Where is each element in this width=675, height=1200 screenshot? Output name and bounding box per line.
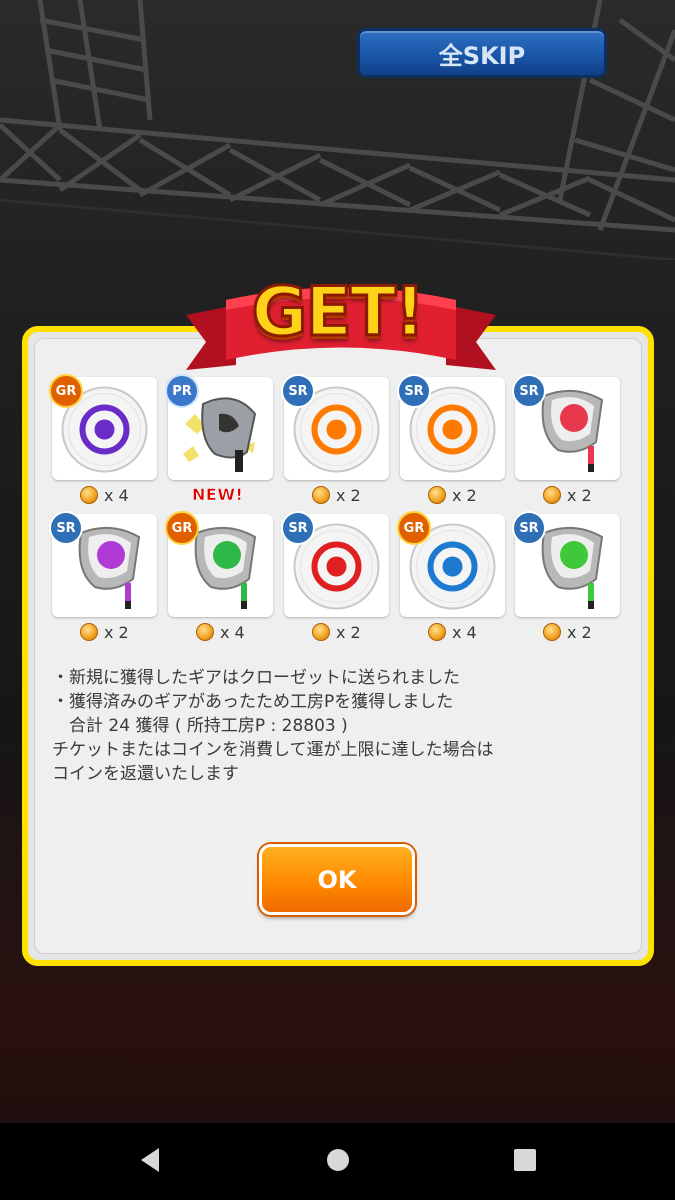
get-title: GET!	[250, 272, 427, 354]
rarity-badge: GR	[165, 511, 199, 545]
workshop-point-coin-icon	[312, 486, 330, 504]
ok-button[interactable]: OK	[259, 844, 415, 915]
reward-item-card[interactable]: PR	[165, 374, 273, 480]
item-quantity: x 2	[80, 622, 129, 642]
reward-item: PR NEW!	[165, 374, 273, 505]
rarity-badge: SR	[512, 511, 546, 545]
rarity-badge: PR	[165, 374, 199, 408]
workshop-point-coin-icon	[428, 623, 446, 641]
reward-item: SR x 2	[512, 374, 620, 505]
item-quantity-value: x 2	[567, 485, 592, 505]
item-quantity: x 2	[312, 622, 361, 642]
reward-item-card[interactable]: SR	[512, 511, 620, 617]
item-quantity-value: x 2	[567, 622, 592, 642]
message-line-3: 合計 24 獲得 ( 所持工房P : 28803 )	[52, 716, 348, 736]
reward-item: SR x 2	[49, 511, 157, 642]
workshop-point-coin-icon	[196, 623, 214, 641]
reward-item-card[interactable]: SR	[49, 511, 157, 617]
reward-item-card[interactable]: SR	[281, 511, 389, 617]
reward-item: SR x 2	[281, 511, 389, 642]
item-quantity: x 2	[543, 622, 592, 642]
item-quantity: x 2	[312, 485, 361, 505]
reward-item: SR x 2	[281, 374, 389, 505]
home-icon[interactable]	[325, 1145, 351, 1175]
reward-item-card[interactable]: SR	[512, 374, 620, 480]
item-quantity-value: x 2	[452, 485, 477, 505]
workshop-point-coin-icon	[543, 623, 561, 641]
rarity-badge: SR	[49, 511, 83, 545]
reward-message: ・新規に獲得したギアはクローゼットに送られました ・獲得済みのギアがあったため工…	[52, 666, 632, 786]
item-quantity-value: x 4	[104, 485, 129, 505]
item-quantity-value: x 4	[220, 622, 245, 642]
item-quantity: x 4	[196, 622, 245, 642]
item-quantity-value: x 2	[104, 622, 129, 642]
reward-item: GR x 4	[397, 511, 505, 642]
reward-item-card[interactable]: SR	[397, 374, 505, 480]
workshop-point-coin-icon	[543, 486, 561, 504]
message-line-4: チケットまたはコインを消費して運が上限に達した場合は	[52, 740, 494, 760]
rarity-badge: SR	[281, 511, 315, 545]
item-quantity: x 4	[80, 485, 129, 505]
reward-item: GR x 4	[165, 511, 273, 642]
rarity-badge: GR	[397, 511, 431, 545]
reward-item: SR x 2	[397, 374, 505, 505]
reward-item: SR x 2	[512, 511, 620, 642]
reward-item-card[interactable]: SR	[281, 374, 389, 480]
workshop-point-coin-icon	[80, 486, 98, 504]
message-line-1: ・新規に獲得したギアはクローゼットに送られました	[52, 668, 460, 688]
rarity-badge: SR	[512, 374, 546, 408]
rarity-badge: SR	[281, 374, 315, 408]
item-quantity: x 2	[543, 485, 592, 505]
workshop-point-coin-icon	[312, 623, 330, 641]
skip-all-button[interactable]: 全SKIP	[357, 28, 607, 78]
message-line-2: ・獲得済みのギアがあったため工房Pを獲得しました	[52, 692, 454, 712]
recents-icon[interactable]	[512, 1145, 538, 1175]
workshop-point-coin-icon	[80, 623, 98, 641]
reward-item: GR x 4	[49, 374, 157, 505]
item-quantity-value: x 2	[336, 622, 361, 642]
item-quantity: x 4	[428, 622, 477, 642]
item-quantity-value: x 4	[452, 622, 477, 642]
new-badge: NEW!	[192, 485, 244, 505]
message-line-5: コインを返還いたします	[52, 764, 239, 784]
reward-item-card[interactable]: GR	[165, 511, 273, 617]
item-quantity-value: x 2	[336, 485, 361, 505]
item-quantity: x 2	[428, 485, 477, 505]
rarity-badge: SR	[397, 374, 431, 408]
reward-item-card[interactable]: GR	[397, 511, 505, 617]
back-icon[interactable]	[137, 1145, 163, 1175]
rarity-badge: GR	[49, 374, 83, 408]
workshop-point-coin-icon	[428, 486, 446, 504]
reward-item-card[interactable]: GR	[49, 374, 157, 480]
